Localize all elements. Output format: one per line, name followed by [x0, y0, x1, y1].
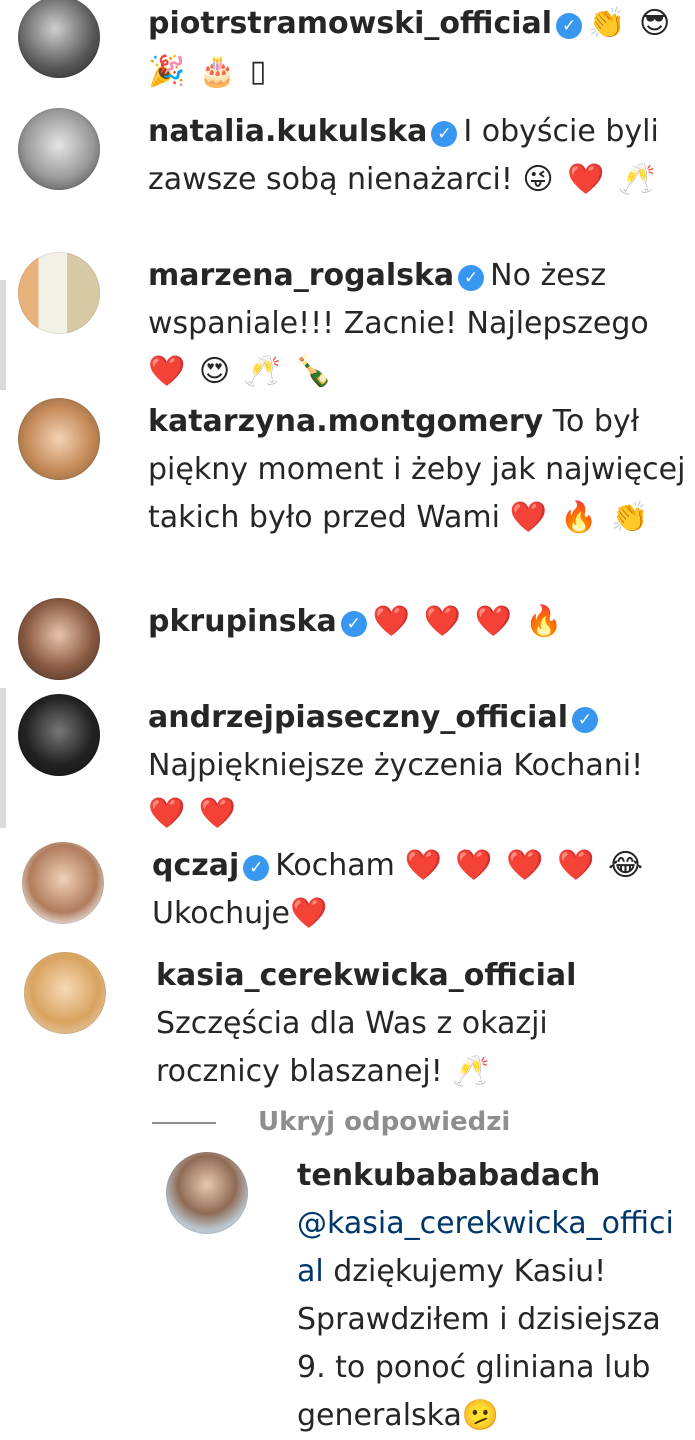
comment-item: katarzyna.montgomery To był piękny momen…	[0, 398, 695, 588]
comment-emojis: ❤️ ❤️ ❤️ 🔥	[372, 604, 565, 639]
comment-text: Najpiękniejsze życzenia Kochani!	[148, 748, 644, 783]
comment-emojis: ❤️ ❤️	[148, 796, 239, 831]
comment-item: pkrupinska ✓ ❤️ ❤️ ❤️ 🔥	[0, 598, 695, 688]
comment-item: natalia.kukulska ✓ I obyście byli zawsze s…	[0, 108, 695, 248]
comment-username[interactable]: katarzyna.montgomery	[148, 404, 543, 439]
verified-badge-icon: ✓	[572, 707, 598, 733]
verified-badge-icon: ✓	[431, 121, 458, 147]
comment-username[interactable]: pkrupinska	[148, 604, 337, 639]
comment-text: Kocham	[275, 848, 395, 883]
comment-emojis: 🥂	[452, 1054, 492, 1089]
comment-item: piotrstramowski_official ✓ 👏 😎 🎉 🎂 ▯	[0, 0, 695, 100]
reply-emojis: 🫤	[461, 1398, 502, 1433]
hide-replies-label: Ukryj odpowiedzi	[258, 1107, 511, 1137]
comment-username[interactable]: marzena_rogalska	[148, 258, 454, 293]
avatar[interactable]	[18, 0, 100, 78]
avatar[interactable]	[18, 398, 100, 480]
verified-badge-icon: ✓	[340, 611, 367, 637]
comment-emojis: ❤️	[289, 896, 330, 931]
reply-item: tenkubababadach @kasia_cerekwicka_officia…	[0, 1152, 695, 1440]
comment-item: andrzejpiaseczny_official ✓ Najpiękniejsz…	[0, 694, 695, 834]
comment-item: marzena_rogalska ✓ No żesz wspaniale!!! Za…	[0, 252, 695, 392]
comment-emojis: ❤️ 🔥 👏	[509, 500, 651, 535]
avatar[interactable]	[18, 598, 100, 680]
comment-username[interactable]: andrzejpiaseczny_official	[148, 700, 568, 735]
verified-badge-icon: ✓	[458, 265, 485, 291]
comment-emojis: 😜 ❤️ 🥂	[522, 162, 658, 197]
hide-replies-button[interactable]: Ukryj odpowiedzi	[152, 1102, 510, 1142]
comment-item: qczaj ✓ Kocham ❤️ ❤️ ❤️ ❤️ 😂 Ukochuje❤️	[0, 842, 695, 942]
comment-emojis: ❤️ ❤️ ❤️ ❤️ 😂	[404, 848, 646, 883]
avatar[interactable]	[18, 252, 100, 334]
comment-emojis: ❤️ 😍 🥂 🍾	[148, 354, 334, 389]
comment-text: Ukochuje	[152, 896, 290, 931]
hide-replies-line	[152, 1121, 216, 1124]
comment-item: kasia_cerekwicka_official Szczęścia dla W…	[0, 952, 695, 1092]
comment-username[interactable]: kasia_cerekwicka_official	[156, 958, 576, 993]
avatar[interactable]	[24, 952, 106, 1034]
comment-username[interactable]: qczaj	[152, 848, 239, 883]
avatar[interactable]	[18, 694, 100, 776]
avatar[interactable]	[22, 842, 104, 924]
comment-username[interactable]: natalia.kukulska	[148, 114, 427, 149]
reply-username[interactable]: tenkubababadach	[297, 1158, 600, 1193]
verified-badge-icon: ✓	[556, 13, 583, 39]
avatar[interactable]	[18, 108, 100, 190]
comment-username[interactable]: piotrstramowski_official	[148, 6, 552, 41]
avatar[interactable]	[166, 1152, 248, 1234]
verified-badge-icon: ✓	[243, 855, 270, 881]
